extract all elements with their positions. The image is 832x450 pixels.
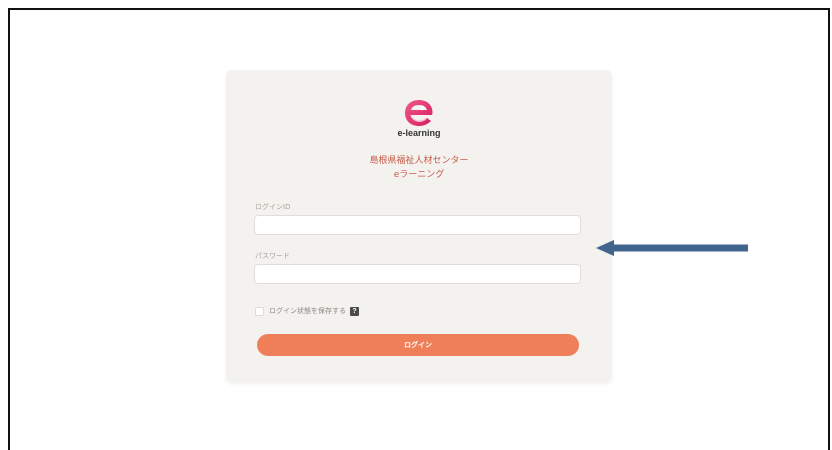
logo-text: e-learning [397, 128, 441, 138]
org-title: 島根県福祉人材センター eラーニング [226, 154, 612, 182]
logo: e-learning [389, 98, 449, 146]
login-id-label: ログインID [255, 203, 291, 211]
remember-login-label[interactable]: ログイン状態を保存する [269, 306, 346, 316]
remember-login-checkbox[interactable] [255, 306, 264, 316]
password-label: パスワード [255, 252, 290, 260]
left-arrow-icon [596, 240, 748, 256]
login-card: e-learning 島根県福祉人材センター eラーニング ログインID パスワ… [226, 70, 612, 382]
login-button[interactable]: ログイン [257, 334, 579, 356]
login-id-input[interactable] [254, 215, 581, 235]
e-learning-logo-icon [405, 100, 433, 126]
org-subtitle: eラーニング [393, 170, 445, 180]
password-input[interactable] [254, 264, 581, 284]
question-icon[interactable]: ? [350, 306, 359, 316]
org-name: 島根県福祉人材センター [369, 156, 469, 166]
remember-login-row[interactable]: ログイン状態を保存する ? [255, 305, 359, 317]
